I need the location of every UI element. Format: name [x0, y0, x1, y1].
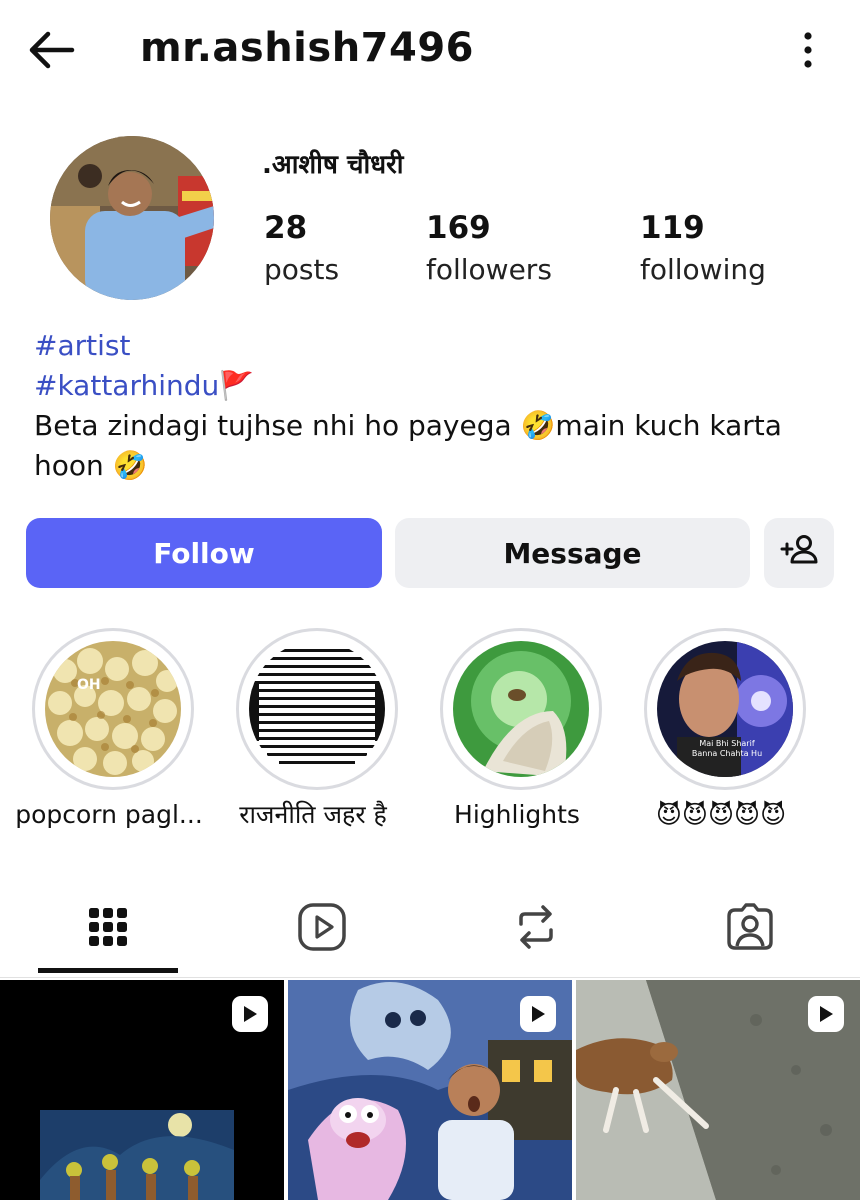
highlight-overlay-text: OH	[77, 677, 101, 693]
reel-indicator-icon	[232, 996, 268, 1032]
username-title: mr.ashish7496	[140, 25, 474, 71]
tagged-icon	[725, 902, 775, 956]
message-button[interactable]: Message	[395, 518, 750, 588]
grid-icon	[87, 906, 129, 952]
highlight-caption: Highlights	[454, 800, 580, 829]
posts-count: 28	[264, 210, 308, 246]
highlight-thumbnail: Mai Bhi Sharif Banna Chahta Hu	[657, 641, 793, 777]
reposts-icon	[513, 902, 559, 956]
more-vertical-icon[interactable]	[788, 26, 828, 74]
highlight-thumbnail	[249, 641, 385, 777]
post-thumbnail[interactable]	[288, 980, 572, 1200]
followers-count: 169	[426, 210, 491, 246]
posts-label: posts	[264, 253, 340, 286]
bio-text: Beta zindagi tujhse nhi ho payega 🤣main …	[34, 409, 782, 482]
arrow-left-icon[interactable]	[24, 22, 80, 78]
highlight-ring: Mai Bhi Sharif Banna Chahta Hu	[644, 628, 806, 790]
posts-stat[interactable]: 28 posts	[264, 206, 339, 290]
reel-indicator-icon	[520, 996, 556, 1032]
highlight-thumbnail: OH	[45, 641, 181, 777]
followers-stat[interactable]: 169 followers	[426, 206, 552, 290]
add-person-icon	[779, 530, 819, 577]
highlight-caption: 😈😈😈😈😈	[655, 800, 787, 829]
tab-posts[interactable]	[38, 894, 178, 964]
tab-tagged[interactable]	[680, 894, 820, 964]
hashtag-artist[interactable]: #artist	[34, 326, 824, 366]
highlight-overlay-text: Mai Bhi Sharif Banna Chahta Hu	[691, 739, 763, 758]
highlight-thumbnail	[453, 641, 589, 777]
tab-reels[interactable]	[252, 894, 392, 964]
profile-avatar[interactable]	[50, 136, 214, 300]
highlight-ring: OH	[32, 628, 194, 790]
highlight-ring	[236, 628, 398, 790]
post-thumbnail[interactable]	[0, 980, 284, 1200]
add-person-button[interactable]	[764, 518, 834, 588]
following-label: following	[640, 253, 766, 286]
active-tab-indicator	[38, 968, 178, 973]
following-stat[interactable]: 119 following	[640, 206, 766, 290]
post-thumbnail[interactable]	[576, 980, 860, 1200]
profile-tabs	[0, 880, 860, 978]
followers-label: followers	[426, 253, 552, 286]
display-name: .आशीष चौधरी	[262, 150, 404, 180]
profile-header: mr.ashish7496	[0, 0, 860, 100]
highlight-ring	[440, 628, 602, 790]
reel-indicator-icon	[808, 996, 844, 1032]
highlight-caption: राजनीति जहर है	[239, 800, 387, 829]
follow-button[interactable]: Follow	[26, 518, 382, 588]
following-count: 119	[640, 210, 705, 246]
reels-icon	[297, 902, 347, 956]
hashtag-kattarhindu[interactable]: #kattarhindu🚩	[34, 366, 824, 406]
profile-bio: #artist #kattarhindu🚩 Beta zindagi tujhs…	[34, 326, 824, 486]
highlight-caption: popcorn pagl...	[15, 800, 203, 829]
tab-reposts[interactable]	[466, 894, 606, 964]
